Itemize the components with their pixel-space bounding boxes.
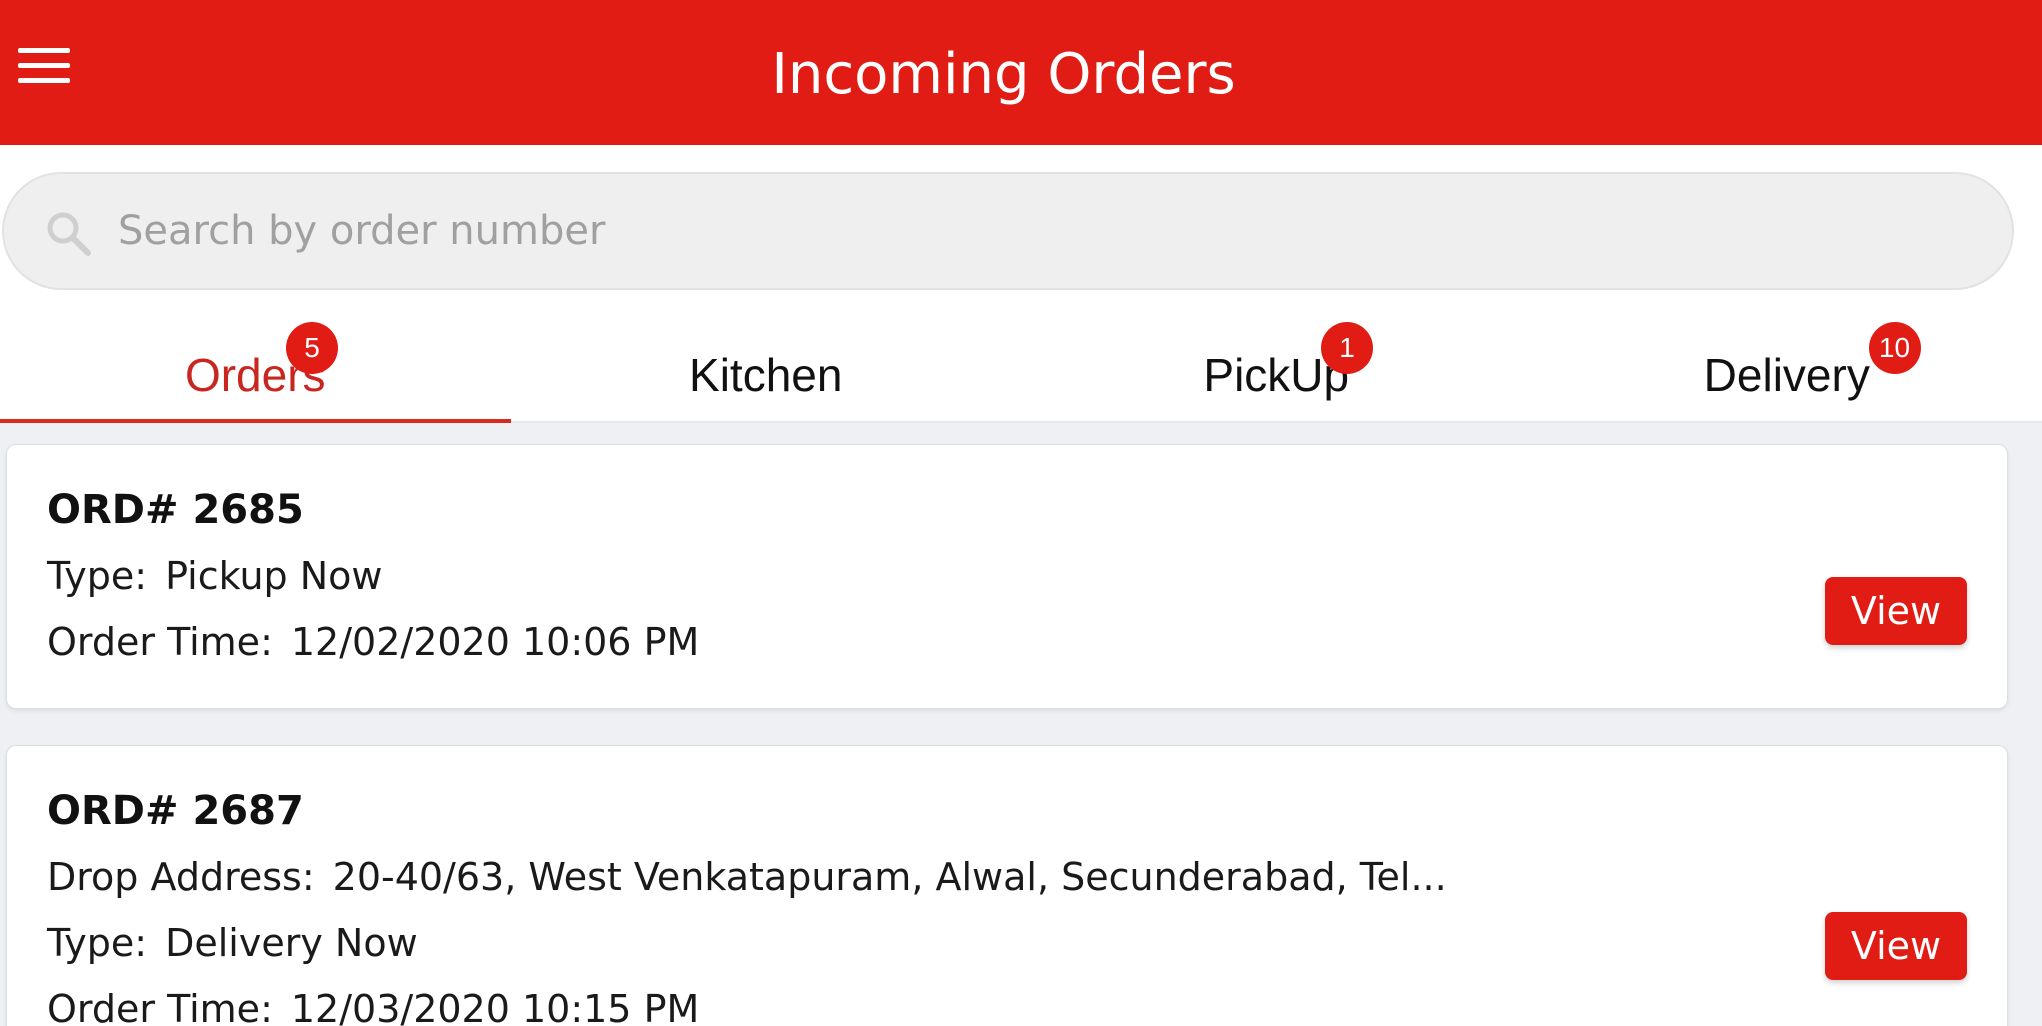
order-time: Order Time: 12/03/2020 10:15 PM xyxy=(47,987,699,1026)
tab-pickup[interactable]: PickUp 1 xyxy=(1021,305,1532,421)
order-list[interactable]: ORD# 2685 Type: Pickup Now Order Time: 12/… xyxy=(0,425,2042,1026)
order-number: ORD# 2685 xyxy=(47,487,304,533)
tab-label: Delivery xyxy=(1703,349,1870,401)
order-type: Type: Pickup Now xyxy=(47,554,383,598)
tab-bar: Orders 5 Kitchen PickUp 1 Delivery 10 xyxy=(0,305,2042,423)
tab-label: Kitchen xyxy=(689,349,843,401)
search-area xyxy=(0,145,2042,305)
type-label: Type: xyxy=(47,921,148,965)
time-label: Order Time: xyxy=(47,620,273,664)
time-label: Order Time: xyxy=(47,987,273,1026)
tab-count-badge: 10 xyxy=(1868,322,1921,374)
type-label: Type: xyxy=(47,554,148,598)
time-value: 12/02/2020 10:06 PM xyxy=(290,620,700,664)
order-type: Type: Delivery Now xyxy=(47,921,418,965)
tab-count-badge: 5 xyxy=(286,322,338,374)
app-bar: Incoming Orders xyxy=(0,0,2042,145)
app-screen: Incoming Orders Orders 5 Kitchen PickUp … xyxy=(0,0,2042,1026)
page-title: Incoming Orders xyxy=(771,42,1236,107)
tab-delivery[interactable]: Delivery 10 xyxy=(1532,305,2042,421)
address-label: Drop Address: xyxy=(47,855,315,899)
search-box[interactable] xyxy=(2,172,2014,290)
tab-label: PickUp xyxy=(1203,349,1350,401)
type-value: Pickup Now xyxy=(165,554,383,598)
tab-label: Orders xyxy=(184,349,326,401)
time-value: 12/03/2020 10:15 PM xyxy=(290,987,700,1026)
tab-count-badge: 1 xyxy=(1321,322,1373,374)
order-card[interactable]: ORD# 2687 Drop Address: 20-40/63, West Ve… xyxy=(6,745,2008,1026)
order-time: Order Time: 12/02/2020 10:06 PM xyxy=(47,620,699,664)
order-card[interactable]: ORD# 2685 Type: Pickup Now Order Time: 12/… xyxy=(6,444,2008,709)
view-order-button[interactable]: View xyxy=(1825,577,1967,645)
view-order-button[interactable]: View xyxy=(1825,912,1967,980)
active-tab-indicator xyxy=(0,419,511,423)
search-input[interactable] xyxy=(118,196,1978,266)
search-icon xyxy=(47,212,91,256)
tab-kitchen[interactable]: Kitchen xyxy=(511,305,1022,421)
drop-address: Drop Address: 20-40/63, West Venkatapuram… xyxy=(47,855,1447,899)
address-value: 20-40/63, West Venkatapuram, Alwal, Secu… xyxy=(332,855,1447,899)
order-number: ORD# 2687 xyxy=(47,788,304,834)
type-value: Delivery Now xyxy=(165,921,418,965)
tab-orders[interactable]: Orders 5 xyxy=(0,305,511,423)
